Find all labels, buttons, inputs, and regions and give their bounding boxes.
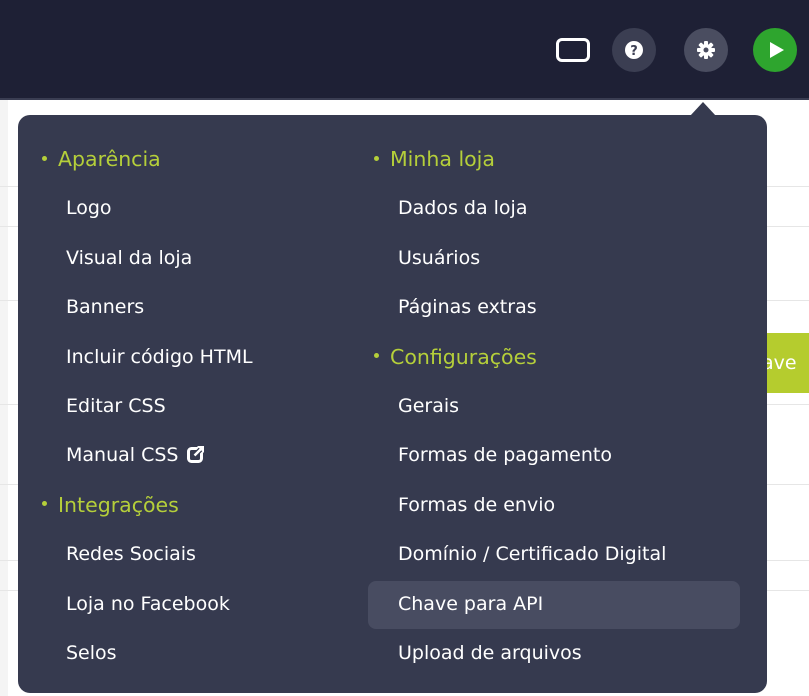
menu-item-label: Incluir código HTML xyxy=(66,345,253,368)
play-icon xyxy=(770,42,784,58)
menu-column-left: Aparência Logo Visual da loja Banners Inclui… xyxy=(42,135,253,678)
menu-column-right: Minha loja Dados da loja Usuários Páginas e… xyxy=(367,135,741,678)
menu-section-minha-loja: Minha loja xyxy=(374,135,666,184)
external-link-icon xyxy=(187,445,205,463)
menu-item-label: Usuários xyxy=(398,246,481,269)
menu-item-editar-css[interactable]: Editar CSS xyxy=(42,382,253,431)
menu-item-label: Redes Sociais xyxy=(66,543,196,566)
bullet-icon xyxy=(42,501,47,507)
background-save-button-label: ave xyxy=(762,352,797,374)
menu-item-redes-sociais[interactable]: Redes Sociais xyxy=(42,530,253,579)
help-icon: ? xyxy=(625,41,643,59)
menu-item-chave-para-api[interactable]: Chave para API xyxy=(367,580,741,629)
menu-item-incluir-codigo-html[interactable]: Incluir código HTML xyxy=(42,333,253,382)
menu-item-label: Gerais xyxy=(398,394,460,417)
gear-icon xyxy=(697,41,715,59)
menu-item-label: Logo xyxy=(66,197,112,220)
preview-store-button[interactable] xyxy=(753,28,797,72)
menu-item-visual-da-loja[interactable]: Visual da loja xyxy=(42,234,253,283)
topbar-divider xyxy=(0,98,809,100)
menu-item-label: Upload de arquivos xyxy=(398,641,582,664)
menu-item-selos[interactable]: Selos xyxy=(42,629,253,678)
bullet-icon xyxy=(374,155,379,161)
menu-item-label: Editar CSS xyxy=(66,394,166,417)
menu-item-label: Formas de envio xyxy=(398,493,556,516)
menu-item-logo[interactable]: Logo xyxy=(42,184,253,233)
menu-item-upload-de-arquivos[interactable]: Upload de arquivos xyxy=(374,629,666,678)
window-icon[interactable] xyxy=(556,38,590,62)
dropdown-pointer xyxy=(690,102,716,116)
section-heading-label: Configurações xyxy=(390,344,537,369)
menu-item-formas-de-pagamento[interactable]: Formas de pagamento xyxy=(374,431,666,480)
menu-item-label: Manual CSS xyxy=(66,444,179,467)
menu-item-dados-da-loja[interactable]: Dados da loja xyxy=(374,184,666,233)
svg-text:?: ? xyxy=(630,44,638,59)
menu-section-aparencia: Aparência xyxy=(42,135,253,184)
menu-item-label: Selos xyxy=(66,641,117,664)
menu-item-manual-css[interactable]: Manual CSS xyxy=(42,431,253,480)
section-heading-label: Integrações xyxy=(58,492,179,517)
section-heading-label: Aparência xyxy=(58,147,161,171)
help-button[interactable]: ? xyxy=(612,28,656,72)
menu-section-integracoes: Integrações xyxy=(42,481,253,530)
bullet-icon xyxy=(374,353,379,359)
menu-item-usuarios[interactable]: Usuários xyxy=(374,234,666,283)
menu-item-banners[interactable]: Banners xyxy=(42,283,253,332)
menu-item-label: Dados da loja xyxy=(398,197,528,220)
background-sidebar-edge xyxy=(0,100,8,696)
menu-item-label: Domínio / Certificado Digital xyxy=(398,543,667,566)
bullet-icon xyxy=(42,155,47,161)
menu-item-loja-no-facebook[interactable]: Loja no Facebook xyxy=(42,580,253,629)
menu-item-label: Páginas extras xyxy=(398,296,537,319)
menu-item-dominio-certificado-digital[interactable]: Domínio / Certificado Digital xyxy=(374,530,666,579)
menu-item-label: Chave para API xyxy=(398,592,544,615)
background-save-button[interactable]: ave xyxy=(760,333,809,393)
menu-item-formas-de-envio[interactable]: Formas de envio xyxy=(374,481,666,530)
menu-item-label: Formas de pagamento xyxy=(398,444,612,467)
menu-item-label: Visual da loja xyxy=(66,246,193,269)
menu-section-configuracoes: Configurações xyxy=(374,333,666,382)
menu-item-paginas-extras[interactable]: Páginas extras xyxy=(374,283,666,332)
section-heading-label: Minha loja xyxy=(390,147,495,171)
menu-item-label: Loja no Facebook xyxy=(66,592,230,615)
settings-button[interactable] xyxy=(684,28,728,72)
menu-item-gerais[interactable]: Gerais xyxy=(374,382,666,431)
top-navigation-bar: ? xyxy=(0,0,809,98)
menu-item-label: Banners xyxy=(66,296,145,319)
settings-dropdown-menu: Aparência Logo Visual da loja Banners Inclui… xyxy=(18,115,767,693)
